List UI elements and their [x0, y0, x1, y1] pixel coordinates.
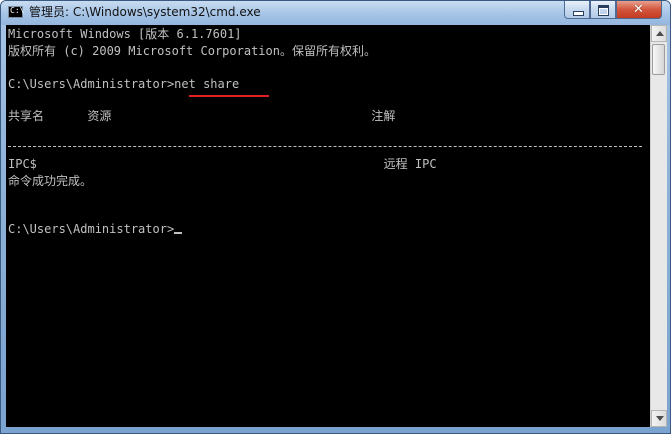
console-line-success: 命令成功完成。	[8, 174, 93, 188]
console-line-share-ipc: IPC$ 远程 IPC	[8, 157, 437, 171]
scroll-thumb[interactable]	[652, 44, 665, 75]
command-highlight-underline	[189, 95, 269, 97]
console-output[interactable]: Microsoft Windows [版本 6.1.7601] 版权所有 (c)…	[6, 25, 650, 427]
window-title: 管理员: C:\Windows\system32\cmd.exe	[29, 5, 261, 19]
minimize-icon	[573, 11, 584, 16]
vertical-scrollbar[interactable]	[650, 25, 667, 427]
scroll-down-button[interactable]	[651, 410, 667, 427]
prompt-text: C:\Users\Administrator>	[8, 222, 175, 236]
text-cursor	[174, 232, 183, 234]
scroll-up-arrow-icon	[656, 31, 664, 36]
maximize-icon	[598, 5, 609, 16]
console-prompt[interactable]: C:\Users\Administrator>	[8, 221, 183, 237]
console-line-copyright: 版权所有 (c) 2009 Microsoft Corporation。保留所有…	[8, 44, 376, 58]
cmd-window: C:\ 管理员: C:\Windows\system32\cmd.exe ✕ M…	[0, 0, 671, 434]
cmd-icon[interactable]: C:\	[8, 6, 25, 18]
close-button[interactable]: ✕	[616, 1, 662, 19]
minimize-button[interactable]	[564, 1, 590, 19]
console-line-version: Microsoft Windows [版本 6.1.7601]	[8, 27, 242, 41]
close-icon: ✕	[633, 2, 644, 17]
title-bar[interactable]: C:\ 管理员: C:\Windows\system32\cmd.exe ✕	[1, 1, 670, 25]
window-bottom-border	[1, 427, 670, 433]
cmd-icon-label: C:\	[10, 6, 25, 15]
maximize-button[interactable]	[590, 1, 616, 19]
console-line-table-header: 共享名 资源 注解	[8, 109, 396, 123]
console-line-command: C:\Users\Administrator>net share	[8, 77, 240, 91]
table-separator	[8, 146, 642, 148]
scroll-up-button[interactable]	[651, 25, 667, 42]
scroll-down-arrow-icon	[656, 416, 664, 421]
